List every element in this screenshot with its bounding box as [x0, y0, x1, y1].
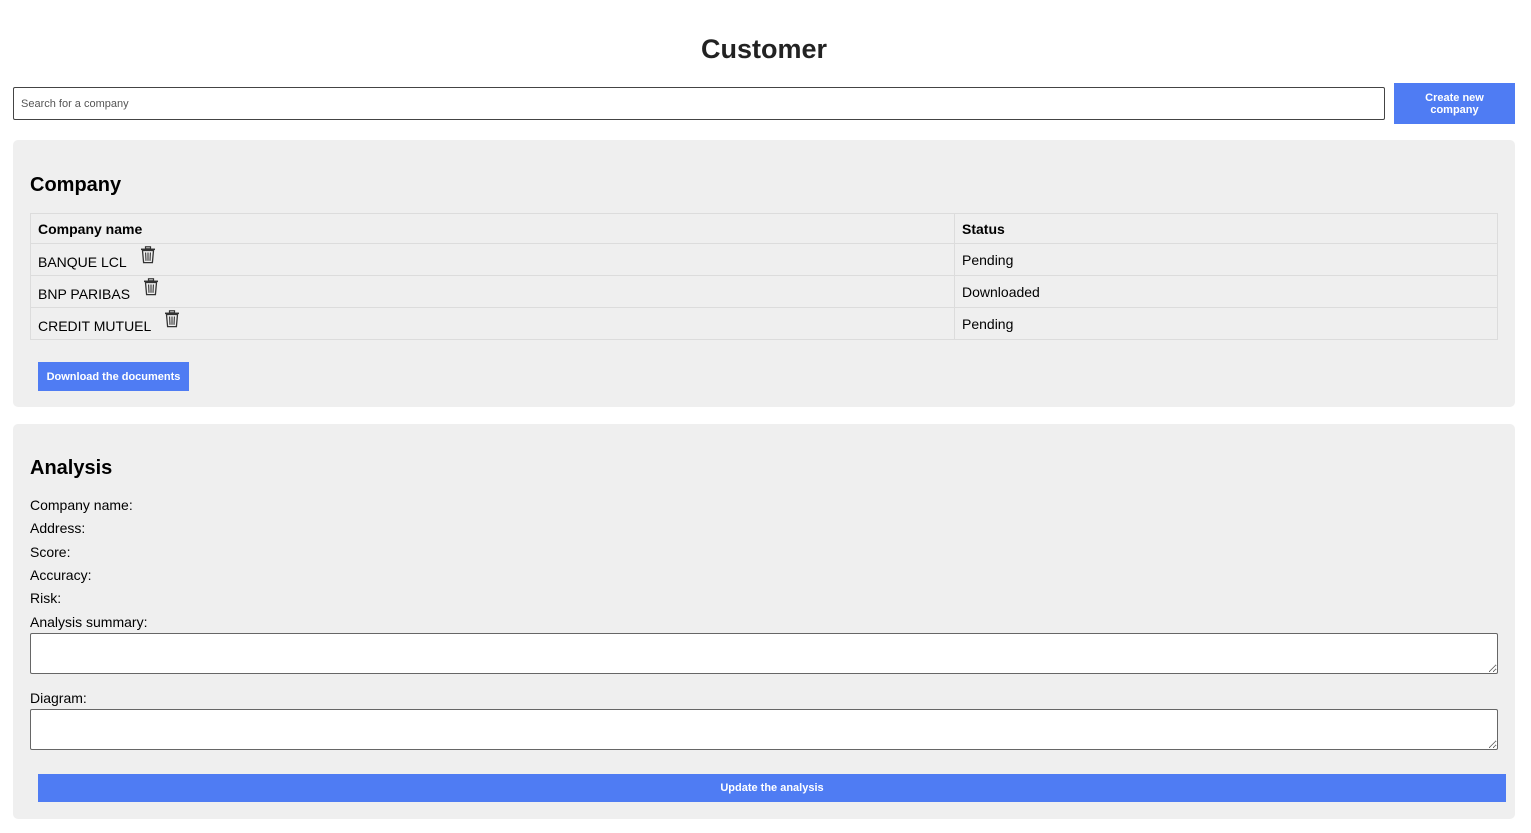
field-accuracy: Accuracy: [30, 567, 95, 583]
status-cell: Downloaded [954, 275, 1498, 308]
company-section-title: Company [30, 174, 122, 196]
company-panel: Company Company name Status BANQUE LCL P… [13, 140, 1515, 407]
analysis-summary-textarea[interactable] [30, 633, 1498, 674]
update-analysis-button[interactable]: Update the analysis [38, 774, 1506, 802]
status-text: Pending [962, 315, 1014, 332]
status-text: Pending [962, 251, 1014, 268]
column-header-status: Status [954, 213, 1498, 244]
create-company-button[interactable]: Create new company [1394, 83, 1515, 124]
company-table: Company name Status BANQUE LCL Pending B… [30, 213, 1498, 340]
analysis-panel: Analysis Company name: Address: Score: A… [13, 424, 1515, 819]
table-row[interactable]: BNP PARIBAS Downloaded [30, 275, 1498, 308]
field-label: Address: [30, 520, 86, 536]
company-name-cell: BANQUE LCL [30, 243, 955, 276]
field-label: Score: [30, 544, 71, 560]
trash-icon[interactable] [164, 310, 180, 331]
trash-icon[interactable] [143, 278, 159, 299]
field-address: Address: [30, 520, 89, 536]
analysis-summary-label: Analysis summary: [30, 614, 148, 630]
diagram-textarea[interactable] [30, 709, 1498, 750]
diagram-label: Diagram: [30, 690, 87, 706]
page-title: Customer [700, 34, 828, 64]
search-input[interactable] [13, 87, 1385, 120]
column-header-company-name: Company name [30, 213, 955, 244]
download-documents-button[interactable]: Download the documents [38, 362, 189, 391]
status-cell: Pending [954, 243, 1498, 276]
company-name-cell: BNP PARIBAS [30, 275, 955, 308]
field-label: Company name: [30, 497, 133, 513]
company-name: BNP PARIBAS [38, 285, 131, 302]
company-name: BANQUE LCL [38, 253, 127, 270]
trash-icon[interactable] [140, 246, 156, 267]
field-label: Risk: [30, 590, 62, 606]
field-risk: Risk: [30, 590, 65, 606]
field-label: Accuracy: [30, 567, 92, 583]
status-text: Downloaded [962, 283, 1040, 300]
field-company-name: Company name: [30, 497, 137, 513]
company-name: CREDIT MUTUEL [38, 317, 152, 334]
status-cell: Pending [954, 307, 1498, 340]
company-name-cell: CREDIT MUTUEL [30, 307, 955, 340]
table-row[interactable]: CREDIT MUTUEL Pending [30, 307, 1498, 340]
table-row[interactable]: BANQUE LCL Pending [30, 243, 1498, 276]
table-header-row: Company name Status [30, 213, 1498, 244]
field-score: Score: [30, 544, 74, 560]
analysis-section-title: Analysis [30, 457, 113, 479]
